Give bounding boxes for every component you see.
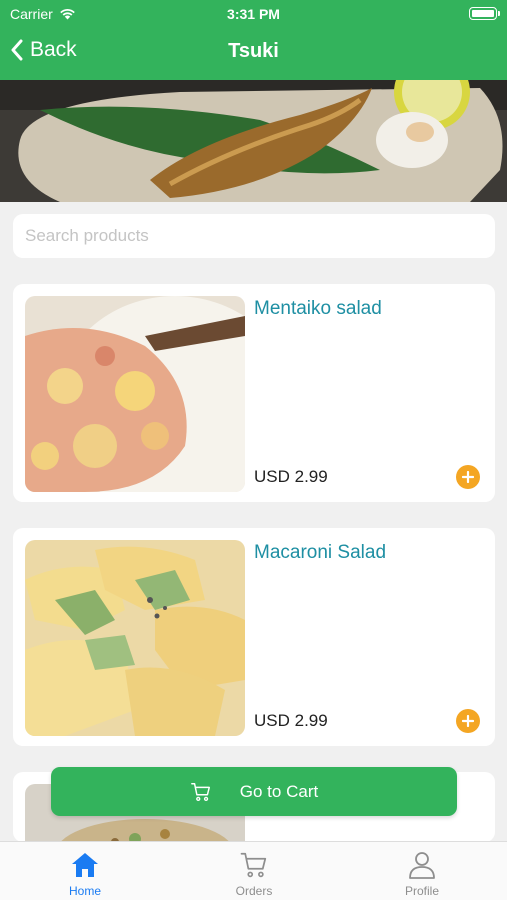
add-to-cart-button[interactable] bbox=[456, 709, 480, 733]
profile-icon bbox=[409, 852, 435, 879]
product-name: Mentaiko salad bbox=[254, 298, 382, 319]
cart-icon bbox=[240, 852, 267, 878]
go-to-cart-label: Go to Cart bbox=[239, 781, 319, 801]
plus-icon bbox=[462, 471, 474, 483]
tab-bar: Home Orders Profile bbox=[0, 841, 507, 900]
restaurant-banner-image bbox=[0, 80, 507, 202]
tab-profile[interactable]: Profile bbox=[362, 848, 482, 898]
page-title: Tsuki bbox=[228, 40, 279, 62]
battery-icon bbox=[469, 7, 500, 20]
product-card[interactable]: Macaroni Salad USD 2.99 bbox=[13, 528, 495, 746]
product-name: Macaroni Salad bbox=[254, 542, 387, 563]
navigation-bar: Back Tsuki bbox=[0, 28, 507, 78]
tab-orders-label: Orders bbox=[235, 884, 273, 898]
product-image bbox=[25, 296, 245, 492]
product-price: USD 2.99 bbox=[254, 711, 328, 730]
tab-profile-label: Profile bbox=[404, 884, 439, 898]
product-card[interactable]: Mentaiko salad USD 2.99 bbox=[13, 284, 495, 502]
home-icon bbox=[72, 853, 98, 877]
status-bar: Carrier 3:31 PM bbox=[0, 0, 507, 28]
tab-home-label: Home bbox=[68, 884, 101, 898]
app-header: Carrier 3:31 PM Back Tsuki bbox=[0, 0, 507, 80]
tab-orders[interactable]: Orders bbox=[194, 848, 314, 898]
search-input[interactable] bbox=[13, 214, 495, 258]
cart-icon bbox=[190, 782, 210, 801]
go-to-cart-button[interactable]: Go to Cart bbox=[51, 767, 457, 816]
product-image bbox=[25, 540, 245, 736]
product-price: USD 2.99 bbox=[254, 467, 328, 486]
tab-home[interactable]: Home bbox=[25, 848, 145, 898]
plus-icon bbox=[462, 715, 474, 727]
status-time: 3:31 PM bbox=[227, 6, 280, 22]
add-to-cart-button[interactable] bbox=[456, 465, 480, 489]
